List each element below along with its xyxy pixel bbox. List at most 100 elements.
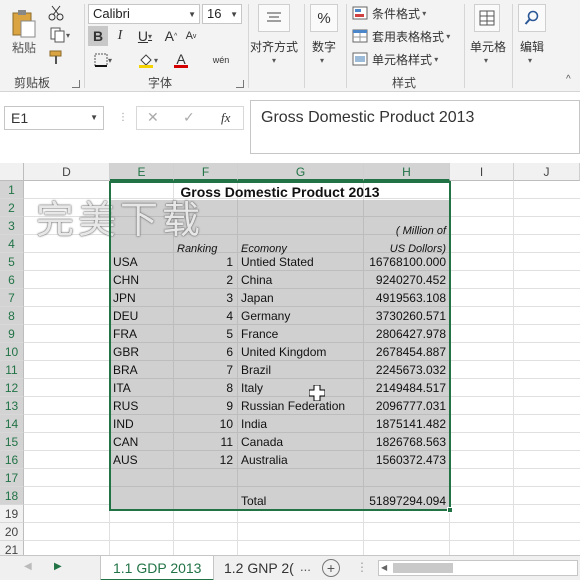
- table-icon: [352, 29, 368, 43]
- paint-bucket-icon: [138, 54, 153, 68]
- cells-icon: [479, 10, 495, 26]
- font-size-select[interactable]: 16 ▼: [202, 4, 242, 24]
- chevron-down-icon: ▼: [90, 113, 98, 122]
- scroll-right-icon[interactable]: ▶: [54, 561, 62, 572]
- grip-icon[interactable]: ⋮: [356, 560, 368, 574]
- insert-function-button[interactable]: fx: [221, 110, 230, 126]
- font-color-button[interactable]: A: [166, 50, 196, 70]
- gridline: [513, 181, 514, 555]
- cells-label[interactable]: 单元格: [470, 38, 506, 55]
- scroll-left-icon[interactable]: ◀: [24, 561, 32, 572]
- row-header-2[interactable]: 2: [0, 199, 24, 217]
- increase-font-button[interactable]: A ^: [162, 26, 180, 46]
- phonetic-button[interactable]: wén: [208, 50, 234, 70]
- editing-button[interactable]: [518, 4, 546, 32]
- chevron-down-icon: ▾: [272, 56, 277, 65]
- row-header-9[interactable]: 9: [0, 325, 24, 343]
- row-header-1[interactable]: 1: [0, 181, 24, 199]
- percent-icon: %: [317, 9, 331, 27]
- row-header-7[interactable]: 7: [0, 289, 24, 307]
- font-group-label: 字体: [148, 76, 173, 90]
- clipboard-launcher-icon[interactable]: [72, 80, 80, 88]
- add-sheet-button[interactable]: +: [322, 559, 340, 577]
- alignment-button[interactable]: [258, 4, 290, 32]
- row-header-16[interactable]: 16: [0, 451, 24, 469]
- conditional-format-button[interactable]: 条件格式 ▾: [352, 4, 442, 22]
- row-header-4[interactable]: 4: [0, 235, 24, 253]
- name-box-value: E1: [11, 110, 29, 126]
- copy-icon[interactable]: ▾: [46, 26, 74, 44]
- bold-button[interactable]: B: [88, 26, 108, 46]
- divider: [84, 4, 85, 88]
- grip-icon[interactable]: ⋮: [118, 112, 128, 123]
- format-painter-icon[interactable]: [46, 48, 66, 66]
- row-header-20[interactable]: 20: [0, 523, 24, 541]
- column-header-d[interactable]: D: [24, 163, 110, 181]
- column-header-f[interactable]: F: [174, 163, 238, 181]
- enter-button[interactable]: ✓: [183, 109, 195, 126]
- worksheet-grid[interactable]: DEFGHIJ 1 2 3 4 5 6 7 8 9 10 11 12 13 14 15 16 17 18 19 20 2…: [0, 163, 580, 555]
- chevron-down-icon: ▾: [528, 56, 533, 65]
- row-header-21[interactable]: 21: [0, 541, 24, 555]
- alignment-label[interactable]: 对齐方式: [250, 38, 298, 55]
- column-header-i[interactable]: I: [450, 163, 514, 181]
- phonetic-label: wén: [212, 55, 230, 65]
- row-header-5[interactable]: 5: [0, 253, 24, 271]
- editing-label[interactable]: 编辑: [520, 38, 544, 55]
- formula-buttons: ✕ ✓ fx: [136, 106, 244, 130]
- number-button[interactable]: %: [310, 4, 338, 32]
- formula-input[interactable]: Gross Domestic Product 2013: [250, 100, 580, 154]
- scrollbar-thumb[interactable]: [393, 563, 453, 573]
- row-header-8[interactable]: 8: [0, 307, 24, 325]
- decrease-font-button[interactable]: Av: [182, 26, 200, 46]
- chevron-down-icon: ▼: [188, 10, 196, 19]
- row-header-3[interactable]: 3: [0, 217, 24, 235]
- tab-gdp-2013[interactable]: 1.1 GDP 2013: [100, 556, 215, 580]
- font-launcher-icon[interactable]: [236, 80, 244, 88]
- cut-icon[interactable]: [46, 4, 66, 22]
- tab-gnp[interactable]: 1.2 GNP 2(: [212, 556, 298, 580]
- column-header-g[interactable]: G: [238, 163, 364, 181]
- fill-handle[interactable]: [447, 507, 453, 513]
- row-header-18[interactable]: 18: [0, 487, 24, 505]
- font-name-select[interactable]: Calibri ▼: [88, 4, 200, 24]
- column-header-e[interactable]: E: [110, 163, 174, 181]
- border-button[interactable]: ▾: [88, 50, 118, 70]
- more-tabs-button[interactable]: ...: [300, 559, 311, 574]
- format-as-table-button[interactable]: 套用表格格式 ▾: [352, 27, 458, 45]
- paste-button[interactable]: 粘贴: [6, 4, 42, 60]
- cells-button[interactable]: [474, 4, 500, 32]
- divider: [464, 4, 465, 88]
- gridline: [24, 522, 580, 523]
- column-header-j[interactable]: J: [514, 163, 580, 181]
- horizontal-scrollbar[interactable]: ◀: [378, 560, 578, 576]
- increase-font-label: A: [164, 28, 175, 44]
- scroll-left-arrow-icon[interactable]: ◀: [381, 563, 387, 572]
- collapse-ribbon-icon[interactable]: ^: [566, 74, 571, 85]
- cancel-button[interactable]: ✕: [147, 109, 159, 126]
- fill-color-button[interactable]: ▾: [132, 50, 164, 70]
- row-header-14[interactable]: 14: [0, 415, 24, 433]
- font-name-value: Calibri: [93, 6, 130, 21]
- row-header-6[interactable]: 6: [0, 271, 24, 289]
- row-header-15[interactable]: 15: [0, 433, 24, 451]
- underline-button[interactable]: U ▾: [132, 26, 158, 46]
- italic-button[interactable]: I: [110, 26, 130, 46]
- border-icon: [94, 53, 108, 67]
- conditional-format-icon: [352, 6, 368, 20]
- number-label[interactable]: 数字: [312, 38, 336, 55]
- cell-styles-button[interactable]: 单元格样式 ▾: [352, 50, 446, 68]
- chevron-down-icon: ▼: [230, 10, 238, 19]
- gridline: [24, 540, 580, 541]
- name-box[interactable]: E1 ▼: [4, 106, 104, 130]
- select-all-button[interactable]: [0, 163, 24, 181]
- row-header-17[interactable]: 17: [0, 469, 24, 487]
- row-header-11[interactable]: 11: [0, 361, 24, 379]
- decrease-font-label: A: [185, 30, 193, 42]
- row-header-12[interactable]: 12: [0, 379, 24, 397]
- row-header-13[interactable]: 13: [0, 397, 24, 415]
- bold-label: B: [92, 28, 104, 44]
- column-header-h[interactable]: H: [364, 163, 450, 181]
- row-header-19[interactable]: 19: [0, 505, 24, 523]
- row-header-10[interactable]: 10: [0, 343, 24, 361]
